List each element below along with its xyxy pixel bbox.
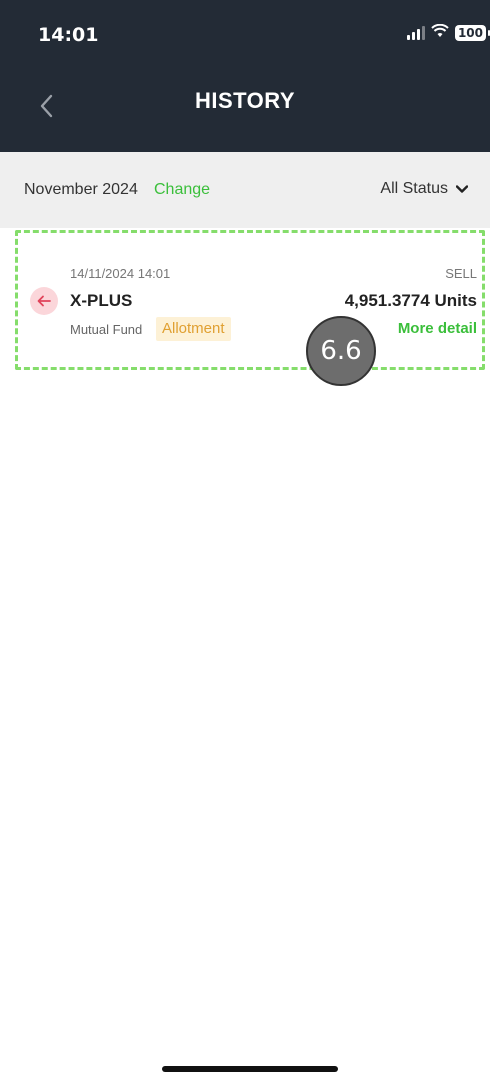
status-time: 14:01 [38,24,99,46]
transaction-card[interactable]: 14/11/2024 14:01 SELL X-PLUS 4,951.3774 … [15,230,485,370]
more-detail-link[interactable]: More detail [398,320,477,337]
filter-bar: November 2024 Change All Status [0,152,490,228]
arrow-left-icon [37,295,51,307]
step-marker: 6.6 [306,316,376,386]
transaction-direction [30,287,58,315]
page-title: HISTORY [194,88,296,113]
transaction-units: 4,951.3774 Units [344,291,477,310]
transaction-type: SELL [445,266,477,281]
app-screen: 14:01 100 HISTORY November 2024 Change A… [0,0,500,1079]
battery-indicator: 100 [454,24,491,41]
home-indicator[interactable] [162,1066,338,1072]
status-filter-label: All Status [380,180,448,197]
transaction-date: 14/11/2024 14:01 [70,266,171,281]
fund-name: X-PLUS [70,291,133,310]
status-badge: Allotment [156,317,231,341]
selected-month: November 2024 [24,181,138,198]
signal-icon [406,25,425,40]
status-icons: 100 [406,23,491,41]
change-month-link[interactable]: Change [154,181,210,199]
status-filter-dropdown[interactable]: All Status [380,180,468,198]
chevron-down-icon [456,184,468,193]
app-header: 14:01 100 HISTORY [0,0,491,152]
fund-category: Mutual Fund [70,322,143,337]
wifi-icon [431,23,449,41]
